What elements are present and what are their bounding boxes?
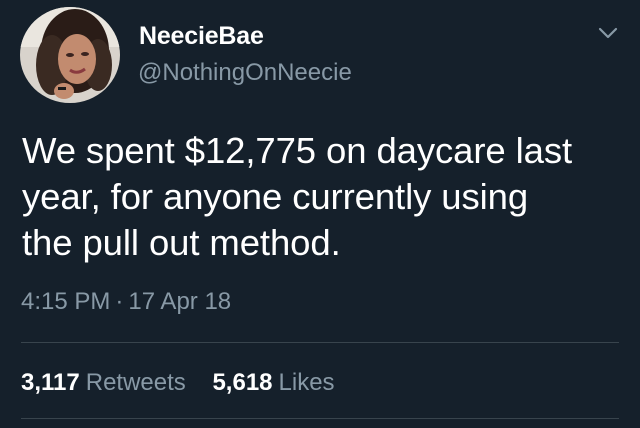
likes-label: Likes [278,369,335,396]
likes-count: 5,618 [212,369,273,396]
tweet-timestamp[interactable]: 4:15 PM · 17 Apr 18 [21,288,231,316]
display-name[interactable]: NeecieBae [139,22,264,51]
engagement-stats: 3,117 Retweets 5,618 Likes [21,369,335,397]
tweet-text: We spent $12,775 on daycare last year, f… [22,128,622,266]
tweet-time: 4:15 PM [21,288,111,315]
tweet-text-line: year, for anyone currently using [22,176,529,217]
user-handle[interactable]: @NothingOnNeecie [138,59,352,87]
retweets-stat[interactable]: 3,117 Retweets [21,369,186,397]
tweet-card: NeecieBae @NothingOnNeecie We spent $12,… [0,0,640,428]
divider [21,342,619,343]
avatar[interactable] [20,7,120,103]
avatar-image [20,7,120,103]
retweets-label: Retweets [85,369,186,396]
divider [21,418,619,419]
retweets-count: 3,117 [21,369,80,396]
tweet-date: 17 Apr 18 [128,288,232,315]
tweet-text-line: We spent $12,775 on daycare last [22,130,573,171]
tweet-text-line: the pull out method. [22,222,341,263]
timestamp-separator: · [115,288,124,315]
chevron-down-icon[interactable] [596,24,620,42]
likes-stat[interactable]: 5,618 Likes [212,369,334,397]
